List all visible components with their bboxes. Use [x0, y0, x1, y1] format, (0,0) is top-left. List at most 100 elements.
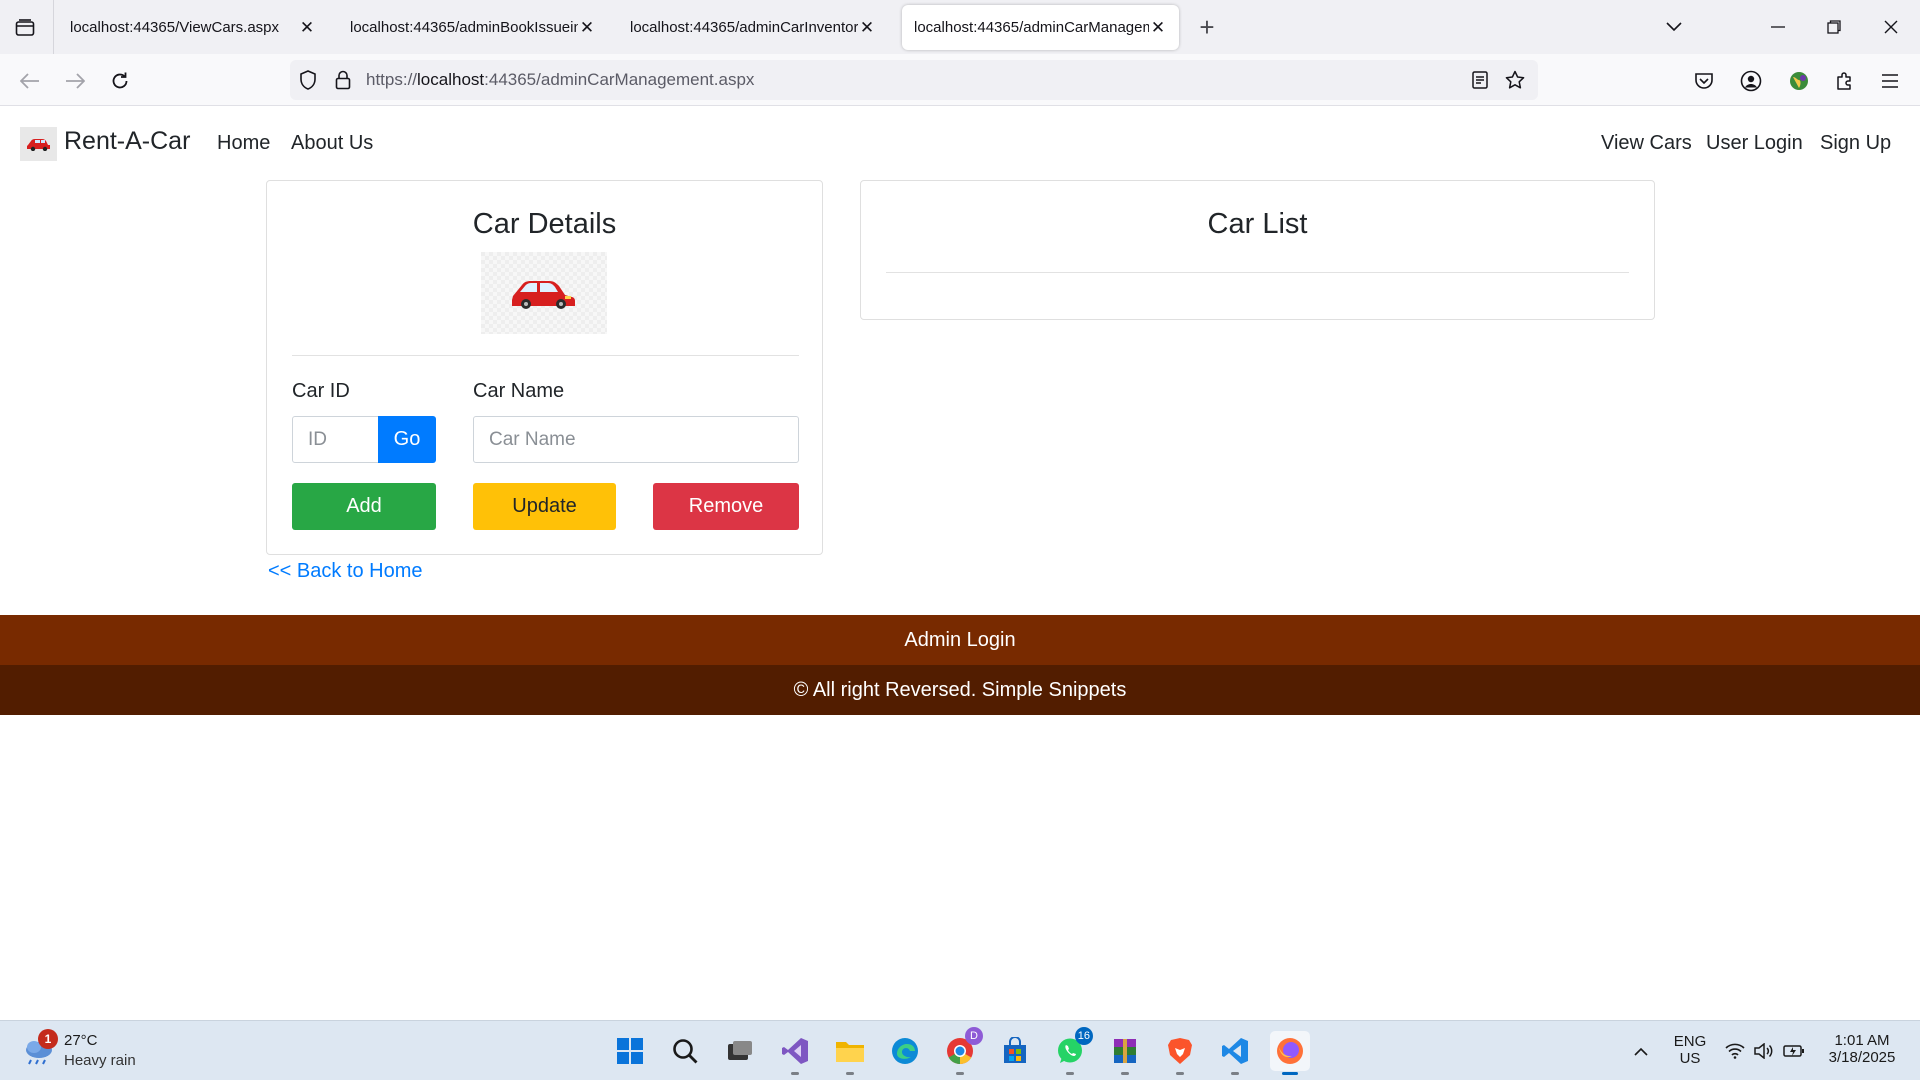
- tab-list-icon[interactable]: [10, 14, 40, 42]
- tab-close-icon[interactable]: ✕: [858, 18, 876, 38]
- language-code: ENG: [1673, 1033, 1707, 1050]
- visual-studio-icon[interactable]: [775, 1031, 815, 1075]
- microsoft-store-icon[interactable]: [995, 1031, 1035, 1071]
- nav-link-about-us[interactable]: About Us: [291, 132, 373, 155]
- tab-close-icon[interactable]: ✕: [578, 18, 596, 38]
- footer-copyright-bar: © All right Reversed. Simple Snippets: [0, 665, 1920, 715]
- tab-title: localhost:44365/ViewCars.aspx: [70, 19, 280, 36]
- car-id-label: Car ID: [292, 380, 350, 402]
- tab-view-cars[interactable]: localhost:44365/ViewCars.aspx ✕: [58, 5, 328, 50]
- clock-time: 1:01 AM: [1834, 1032, 1890, 1049]
- tab-title: localhost:44365/adminBookIssueing.aspx: [350, 19, 578, 36]
- tab-admin-book-issueing[interactable]: localhost:44365/adminBookIssueing.aspx ✕: [338, 5, 608, 50]
- region-code: US: [1679, 1050, 1701, 1067]
- minimize-icon[interactable]: [1761, 12, 1795, 42]
- car-details-title: Car Details: [472, 208, 617, 240]
- battery-charging-icon[interactable]: [1783, 1041, 1805, 1061]
- brand-name[interactable]: Rent-A-Car: [64, 127, 190, 156]
- reload-icon[interactable]: [105, 66, 135, 96]
- tab-close-icon[interactable]: ✕: [298, 18, 316, 38]
- file-explorer-icon[interactable]: [830, 1031, 870, 1075]
- car-icon: [512, 281, 575, 309]
- edge-icon[interactable]: [885, 1031, 925, 1071]
- url-host: localhost: [417, 70, 485, 89]
- wifi-icon[interactable]: [1724, 1041, 1746, 1061]
- back-to-home-link[interactable]: << Back to Home: [268, 560, 423, 583]
- divider: [292, 355, 799, 356]
- car-id-input[interactable]: ID: [292, 416, 380, 463]
- nav-link-user-login[interactable]: User Login: [1706, 132, 1803, 155]
- running-indicator: [846, 1072, 854, 1075]
- browser-toolbar: https://localhost:44365/adminCarManageme…: [0, 54, 1920, 106]
- divider: [886, 272, 1629, 273]
- menu-hamburger-icon[interactable]: [1876, 67, 1904, 95]
- winrar-icon[interactable]: [1105, 1031, 1145, 1075]
- remove-button[interactable]: Remove: [653, 483, 799, 530]
- footer-admin-bar: Admin Login: [0, 615, 1920, 665]
- car-name-input[interactable]: Car Name: [473, 416, 799, 463]
- bookmark-star-icon[interactable]: [1505, 70, 1525, 90]
- weather-temperature[interactable]: 27°C: [64, 1032, 98, 1049]
- windows-taskbar: 1 27°C Heavy rain D 16 ENG US 1:01 AM 3/…: [0, 1020, 1920, 1080]
- language-indicator[interactable]: ENG US: [1672, 1033, 1708, 1067]
- running-indicator: [1121, 1072, 1129, 1075]
- back-arrow-icon[interactable]: [15, 66, 45, 96]
- admin-login-link[interactable]: Admin Login: [904, 629, 1015, 652]
- weather-description[interactable]: Heavy rain: [64, 1052, 136, 1069]
- nav-link-home[interactable]: Home: [217, 132, 270, 155]
- copyright-text: © All right Reversed. Simple Snippets: [793, 678, 1127, 701]
- vscode-icon[interactable]: [1215, 1031, 1255, 1075]
- browser-tab-strip: localhost:44365/ViewCars.aspx ✕ localhos…: [0, 0, 1920, 54]
- firefox-icon[interactable]: [1270, 1031, 1310, 1075]
- nav-link-view-cars[interactable]: View Cars: [1601, 132, 1692, 155]
- car-image: [481, 252, 607, 334]
- go-button[interactable]: Go: [378, 416, 436, 463]
- url-path: :44365/adminCarManagement.aspx: [484, 70, 755, 89]
- car-details-card: Car Details Car ID ID Go Car Name Car Na…: [266, 180, 823, 555]
- new-tab-button[interactable]: +: [1192, 12, 1222, 42]
- running-indicator: [956, 1072, 964, 1075]
- tab-close-icon[interactable]: ✕: [1149, 18, 1167, 38]
- car-icon[interactable]: [20, 127, 57, 161]
- account-icon[interactable]: [1737, 67, 1765, 95]
- chrome-profile-badge: D: [965, 1027, 983, 1045]
- pocket-icon[interactable]: [1690, 67, 1718, 95]
- running-indicator: [791, 1072, 799, 1075]
- url-text[interactable]: https://localhost:44365/adminCarManageme…: [366, 70, 754, 90]
- add-button[interactable]: Add: [292, 483, 436, 530]
- task-view-icon[interactable]: [720, 1031, 760, 1071]
- whatsapp-unread-badge: 16: [1074, 1027, 1093, 1045]
- nav-link-sign-up[interactable]: Sign Up: [1820, 132, 1891, 155]
- extension-globe-icon[interactable]: [1785, 67, 1813, 95]
- tab-admin-car-inventory[interactable]: localhost:44365/adminCarInventory.aspx ✕: [618, 5, 888, 50]
- tab-admin-car-management[interactable]: localhost:44365/adminCarManagement.aspx …: [902, 5, 1179, 50]
- chrome-icon[interactable]: D: [940, 1027, 983, 1075]
- car-name-label: Car Name: [473, 380, 565, 402]
- close-window-icon[interactable]: [1874, 12, 1908, 42]
- update-button[interactable]: Update: [473, 483, 616, 530]
- reader-view-icon[interactable]: [1470, 70, 1490, 90]
- forward-arrow-icon[interactable]: [60, 66, 90, 96]
- shield-icon[interactable]: [298, 70, 318, 90]
- search-icon[interactable]: [665, 1031, 705, 1071]
- weather-alert-badge: 1: [38, 1029, 58, 1049]
- brave-icon[interactable]: [1160, 1031, 1200, 1075]
- running-indicator: [1231, 1072, 1239, 1075]
- list-all-tabs-icon[interactable]: [1657, 12, 1691, 42]
- running-indicator: [1066, 1072, 1074, 1075]
- tab-separator: [53, 0, 54, 54]
- running-indicator: [1176, 1072, 1184, 1075]
- volume-icon[interactable]: [1753, 1041, 1775, 1061]
- url-bar[interactable]: https://localhost:44365/adminCarManageme…: [290, 60, 1538, 100]
- windows-start-icon[interactable]: [610, 1031, 650, 1071]
- whatsapp-icon[interactable]: 16: [1050, 1027, 1093, 1075]
- active-app-indicator: [1282, 1072, 1298, 1075]
- extensions-puzzle-icon[interactable]: [1831, 67, 1859, 95]
- chevron-up-icon[interactable]: [1630, 1041, 1652, 1061]
- clock[interactable]: 1:01 AM 3/18/2025: [1822, 1032, 1902, 1066]
- clock-date: 3/18/2025: [1828, 1049, 1896, 1066]
- restore-icon[interactable]: [1817, 12, 1851, 42]
- lock-icon[interactable]: [333, 70, 353, 90]
- car-list-title: Car List: [1207, 208, 1308, 240]
- site-navbar: Rent-A-Car Home About Us View Cars User …: [0, 107, 1920, 181]
